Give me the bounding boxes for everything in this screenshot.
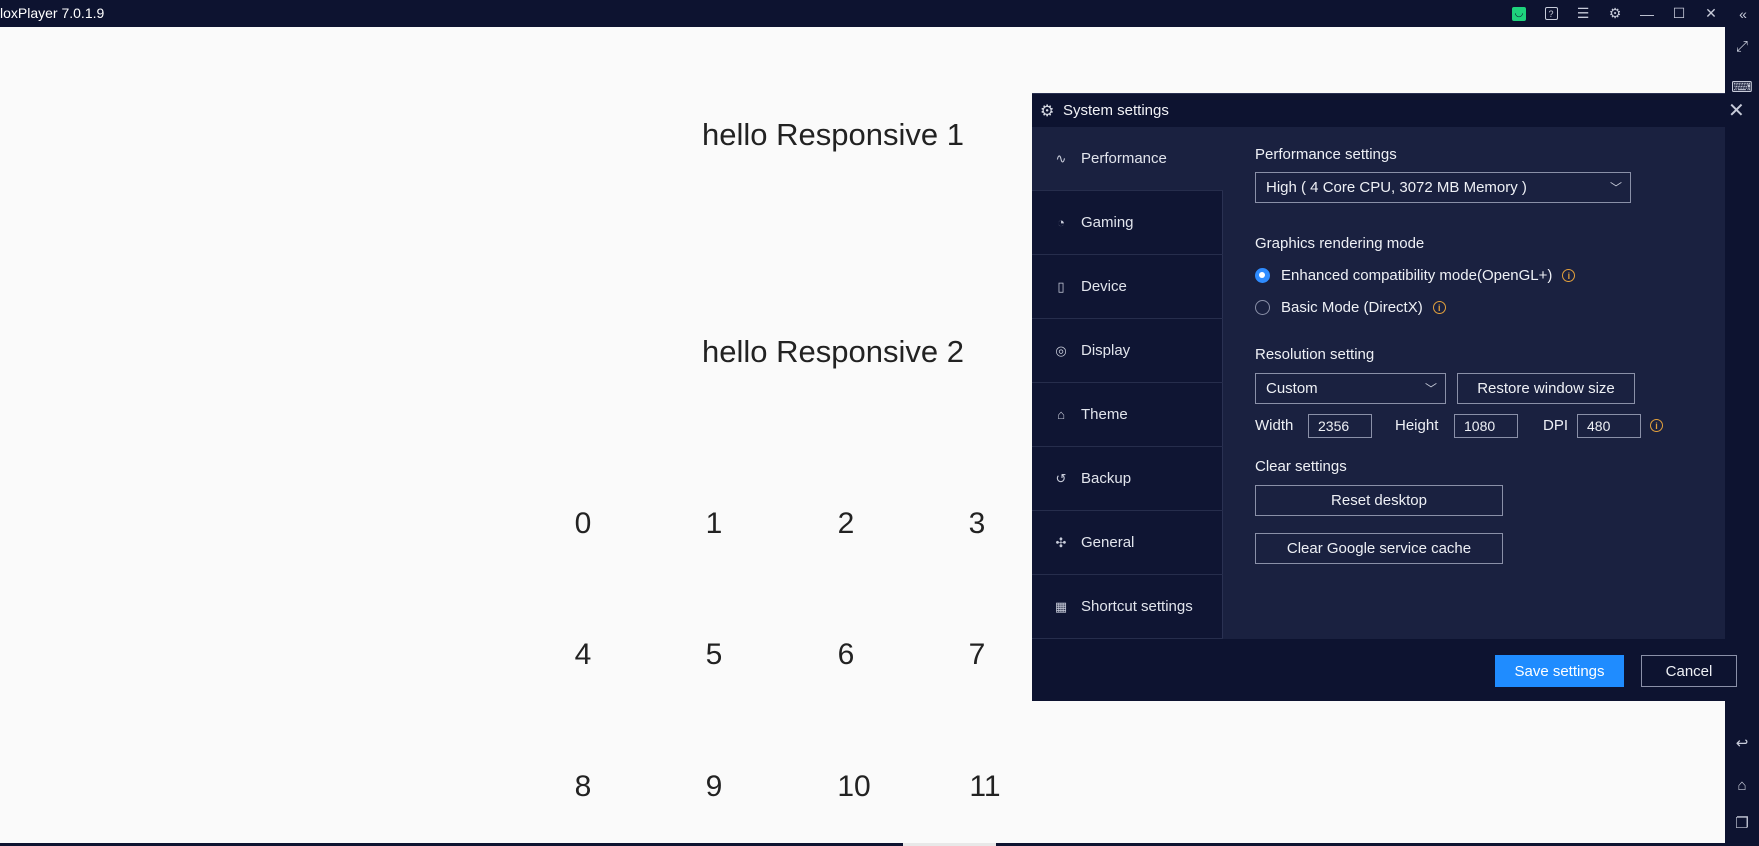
- sidebar-item-label: Device: [1081, 278, 1127, 295]
- fullscreen-icon[interactable]: ⤢: [1732, 36, 1752, 56]
- dpi-field[interactable]: 480: [1577, 414, 1641, 438]
- grid-item: 5: [705, 638, 723, 671]
- radio-button[interactable]: [1255, 300, 1270, 315]
- help-icon[interactable]: ?: [1535, 0, 1567, 27]
- store-icon[interactable]: ◡: [1503, 0, 1535, 27]
- reset-desktop-button[interactable]: Reset desktop: [1255, 485, 1503, 516]
- sidebar-item-label: Backup: [1081, 470, 1132, 487]
- performance-select-value: High ( 4 Core CPU, 3072 MB Memory ): [1266, 179, 1527, 196]
- puzzle-icon: ✣: [1055, 534, 1067, 550]
- display-icon: ◎: [1055, 342, 1067, 358]
- keyboard-icon[interactable]: ⌨: [1731, 77, 1753, 97]
- home-icon[interactable]: ⌂: [1732, 775, 1752, 795]
- height-label: Height: [1395, 417, 1439, 434]
- height-field[interactable]: 1080: [1454, 414, 1518, 438]
- app-title: loxPlayer 7.0.1.9: [0, 5, 105, 21]
- menu-icon[interactable]: ☰: [1567, 0, 1599, 27]
- performance-select[interactable]: High ( 4 Core CPU, 3072 MB Memory ) ﹀: [1255, 172, 1631, 203]
- resolution-select[interactable]: Custom ﹀: [1255, 373, 1446, 404]
- gamepad-icon: ◔: [1057, 215, 1065, 230]
- sidebar-item-label: General: [1081, 534, 1135, 551]
- resolution-select-value: Custom: [1266, 380, 1318, 397]
- dialog-close-icon[interactable]: ✕: [1728, 98, 1745, 123]
- sidebar-item-general[interactable]: ✣ General: [1032, 511, 1223, 575]
- info-icon[interactable]: i: [1432, 301, 1446, 314]
- clear-google-cache-button[interactable]: Clear Google service cache: [1255, 533, 1503, 564]
- radio-opengl[interactable]: Enhanced compatibility mode(OpenGL+) i: [1255, 267, 1576, 284]
- info-icon[interactable]: i: [1562, 269, 1576, 282]
- clear-section-title: Clear settings: [1255, 458, 1347, 475]
- device-icon: ▯: [1057, 278, 1065, 294]
- radio-button-checked[interactable]: [1255, 268, 1270, 283]
- info-icon[interactable]: i: [1650, 419, 1663, 432]
- width-field[interactable]: 2356: [1308, 414, 1372, 438]
- minimize-icon[interactable]: —: [1631, 0, 1663, 27]
- restore-window-size-button[interactable]: Restore window size: [1457, 373, 1635, 404]
- history-icon: ↺: [1055, 470, 1067, 486]
- right-toolbar: ⤢ ⌨ ↩ ⌂ ❐: [1725, 27, 1759, 846]
- cancel-button[interactable]: Cancel: [1641, 655, 1737, 687]
- chevron-down-icon: ﹀: [1424, 382, 1437, 396]
- sidebar-item-backup[interactable]: ↺ Backup: [1032, 447, 1223, 511]
- grid-item: 1: [705, 507, 723, 540]
- grid-item: 3: [968, 507, 986, 540]
- titlebar-controls: ◡ ? ☰ ⚙ — ☐ ✕ «: [1503, 0, 1759, 27]
- settings-content: Performance settings High ( 4 Core CPU, …: [1223, 127, 1725, 639]
- hello-text-1: hello Responsive 1: [702, 117, 964, 152]
- grid-item: 6: [837, 638, 855, 671]
- maximize-icon[interactable]: ☐: [1663, 0, 1695, 27]
- sidebar-item-gaming[interactable]: ◔ Gaming: [1032, 191, 1223, 255]
- keyboard-icon: ▦: [1054, 598, 1068, 614]
- grid-item: 4: [574, 638, 592, 671]
- close-icon[interactable]: ✕: [1695, 0, 1727, 27]
- graphics-section-title: Graphics rendering mode: [1255, 235, 1425, 252]
- resolution-section-title: Resolution setting: [1255, 346, 1375, 363]
- grid-item: 0: [574, 507, 592, 540]
- sidebar-item-shortcut-settings[interactable]: ▦ Shortcut settings: [1032, 575, 1223, 639]
- shirt-icon: ⌂: [1057, 407, 1065, 422]
- hello-text-2: hello Responsive 2: [702, 334, 964, 369]
- settings-icon[interactable]: ⚙: [1599, 0, 1631, 27]
- dpi-label: DPI: [1543, 417, 1569, 434]
- width-label: Width: [1255, 417, 1294, 434]
- grid-item: 2: [837, 507, 855, 540]
- title-bar: loxPlayer 7.0.1.9 ◡ ? ☰ ⚙ — ☐ ✕ «: [0, 0, 1759, 27]
- dialog-title: System settings: [1063, 102, 1169, 119]
- save-settings-button[interactable]: Save settings: [1495, 655, 1624, 687]
- sidebar-item-label: Gaming: [1081, 214, 1134, 231]
- sidebar-item-label: Performance: [1081, 150, 1167, 167]
- grid-item: 8: [574, 770, 592, 803]
- grid-item: 11: [969, 770, 1001, 803]
- sidebar-item-display[interactable]: ◎ Display: [1032, 319, 1223, 383]
- performance-section-title: Performance settings: [1255, 146, 1397, 163]
- pulse-icon: ∿: [1055, 150, 1067, 166]
- radio-label: Basic Mode (DirectX): [1281, 299, 1423, 316]
- sidebar-item-theme[interactable]: ⌂ Theme: [1032, 383, 1223, 447]
- grid-item: 10: [837, 770, 871, 803]
- radio-directx[interactable]: Basic Mode (DirectX) i: [1255, 299, 1446, 316]
- grid-item: 7: [968, 638, 986, 671]
- sidebar-item-label: Theme: [1081, 406, 1128, 423]
- recent-apps-icon[interactable]: ❐: [1732, 813, 1752, 833]
- dialog-header: ⚙ System settings ✕: [1032, 94, 1745, 127]
- sidebar-item-performance[interactable]: ∿ Performance: [1032, 127, 1223, 191]
- gear-icon: ⚙: [1040, 103, 1055, 120]
- sidebar-item-label: Shortcut settings: [1081, 598, 1193, 615]
- chevron-down-icon: ﹀: [1609, 181, 1622, 195]
- sidebar-item-device[interactable]: ▯ Device: [1032, 255, 1223, 319]
- radio-label: Enhanced compatibility mode(OpenGL+): [1281, 267, 1553, 284]
- system-settings-dialog: ⚙ System settings ✕ ∿ Performance ◔ Gami…: [1032, 93, 1745, 701]
- sidebar-item-label: Display: [1081, 342, 1131, 359]
- grid-item: 9: [705, 770, 723, 803]
- dialog-footer: Save settings Cancel: [1032, 639, 1737, 701]
- collapse-icon[interactable]: «: [1727, 0, 1759, 27]
- settings-sidebar: ∿ Performance ◔ Gaming ▯ Device ◎ Displa…: [1032, 127, 1223, 639]
- back-icon[interactable]: ↩: [1732, 733, 1752, 753]
